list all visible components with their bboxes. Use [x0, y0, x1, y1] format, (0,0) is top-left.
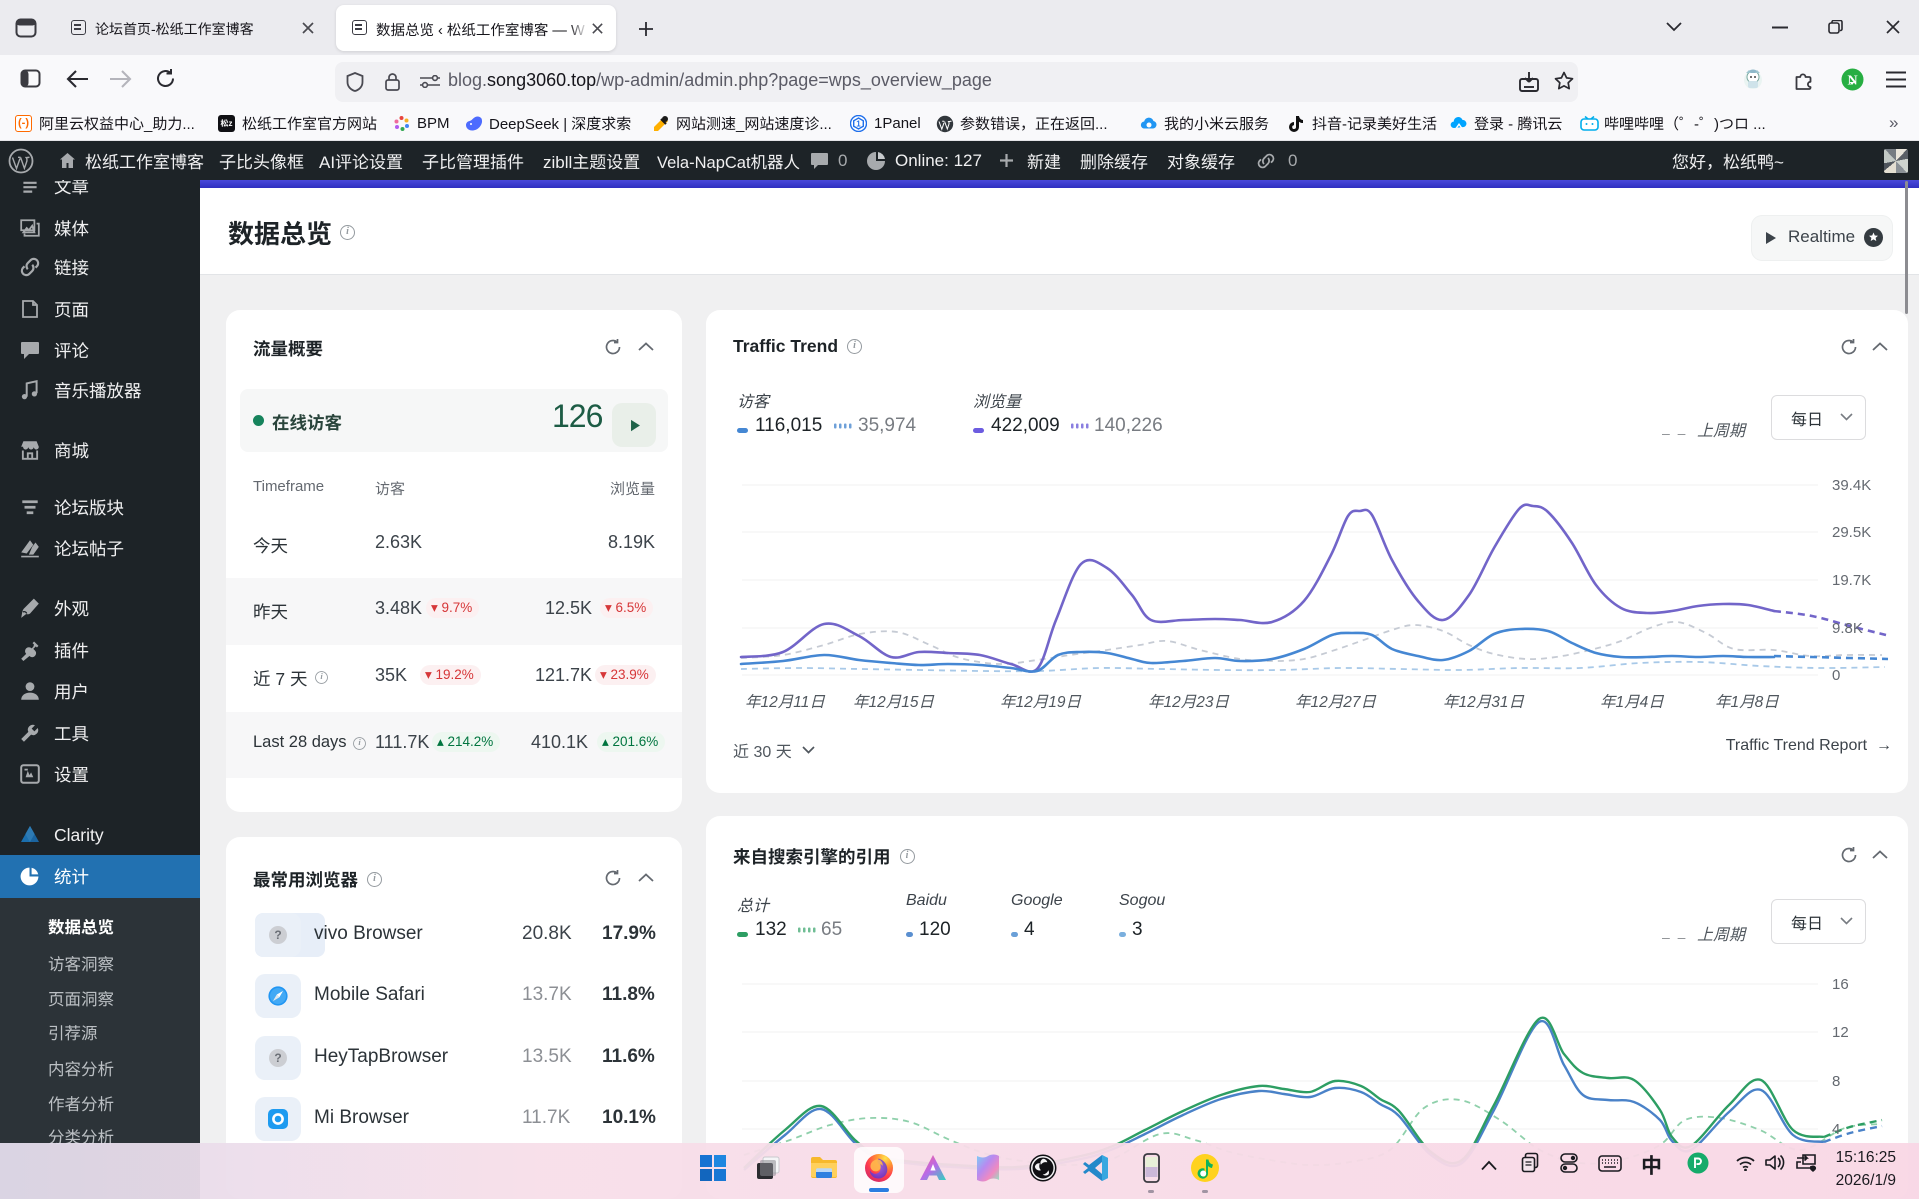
svg-text:0: 0: [1832, 667, 1840, 684]
svg-text:4: 4: [1832, 1121, 1840, 1138]
svg-text:19.7K: 19.7K: [1832, 572, 1871, 589]
svg-text:9.8K: 9.8K: [1832, 620, 1863, 637]
svg-text:8: 8: [1832, 1073, 1840, 1090]
svg-text:12: 12: [1832, 1024, 1849, 1041]
svg-text:16: 16: [1832, 976, 1849, 993]
svg-text:1: 1: [856, 119, 861, 128]
svg-text:29.5K: 29.5K: [1832, 524, 1871, 541]
svg-text:N: N: [1847, 74, 1857, 89]
svg-text:39.4K: 39.4K: [1832, 477, 1871, 494]
